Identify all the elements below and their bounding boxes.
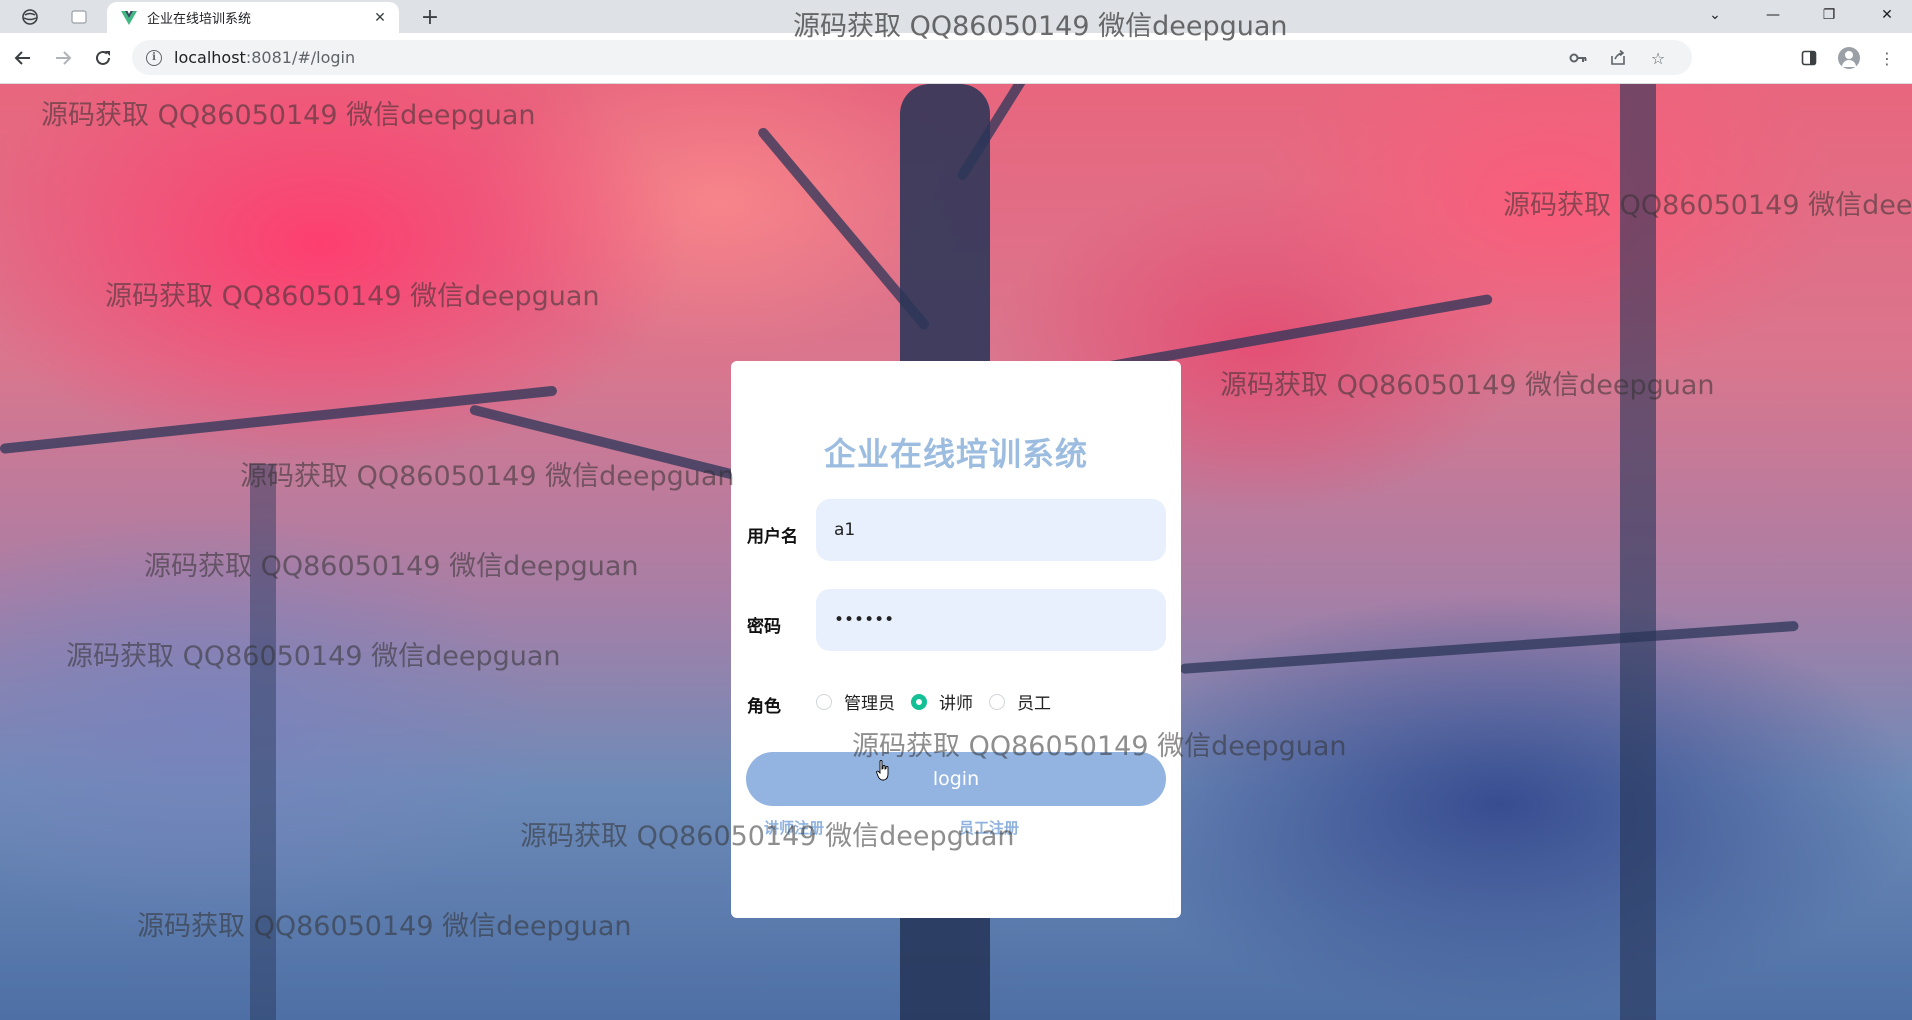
radio-admin[interactable] [816, 693, 832, 710]
reload-icon[interactable] [89, 44, 117, 72]
tab-bar: 企业在线培训系统 ✕ + ⌄ — ❐ ✕ [0, 0, 1912, 33]
username-input[interactable] [816, 499, 1166, 561]
radio-teacher-label[interactable]: 讲师 [939, 689, 973, 714]
new-tab-icon[interactable]: + [416, 4, 444, 30]
login-title: 企业在线培训系统 [823, 435, 1088, 473]
password-input[interactable] [816, 589, 1166, 651]
tab-list-chevron-icon[interactable]: ⌄ [1692, 0, 1738, 30]
radio-admin-label[interactable]: 管理员 [844, 689, 895, 714]
login-page-background: 企业在线培训系统 用户名 密码 角色 管理员 讲师 员工 login 讲师注册 … [0, 84, 1912, 1020]
restore-icon[interactable]: ❐ [1806, 0, 1852, 30]
hand-cursor-icon [876, 760, 889, 781]
share-icon[interactable] [1606, 46, 1630, 70]
tab-close-icon[interactable]: ✕ [369, 7, 391, 29]
toolbar: i localhost:8081/#/login ☆ ⋮ [0, 33, 1912, 84]
active-tab[interactable]: 企业在线培训系统 ✕ [107, 2, 399, 33]
site-info-icon[interactable]: i [146, 49, 162, 66]
register-employee-link[interactable]: 员工注册 [959, 817, 1019, 838]
vue-logo-icon [121, 10, 137, 25]
close-window-icon[interactable]: ✕ [1864, 0, 1910, 30]
tab-group-icon[interactable] [66, 5, 92, 29]
username-label: 用户名 [747, 527, 798, 547]
minimize-icon[interactable]: — [1750, 0, 1796, 30]
key-icon[interactable] [1566, 46, 1590, 70]
tree-trunk [1620, 84, 1656, 1020]
tab-title: 企业在线培训系统 [147, 12, 252, 27]
url-host: localhost [174, 48, 246, 67]
url-path: :8081/#/login [245, 48, 356, 67]
tree-branch [1179, 620, 1799, 674]
browser-window: 企业在线培训系统 ✕ + ⌄ — ❐ ✕ i localhost:8081/#/… [0, 0, 1912, 1020]
register-teacher-link[interactable]: 讲师注册 [764, 817, 824, 838]
password-label: 密码 [747, 617, 781, 637]
tree-trunk [250, 464, 276, 1020]
radio-teacher[interactable] [911, 693, 927, 710]
radio-employee-label[interactable]: 员工 [1017, 689, 1051, 714]
bookmark-star-icon[interactable]: ☆ [1646, 46, 1670, 70]
forward-icon[interactable] [49, 44, 77, 72]
side-panel-icon[interactable] [1795, 45, 1823, 71]
login-button[interactable]: login [746, 752, 1166, 806]
login-card: 企业在线培训系统 用户名 密码 角色 管理员 讲师 员工 login 讲师注册 … [731, 361, 1181, 918]
role-label: 角色 [747, 697, 781, 717]
menu-kebab-icon[interactable]: ⋮ [1873, 45, 1901, 71]
tab-search-icon[interactable] [17, 5, 43, 29]
radio-employee[interactable] [989, 693, 1005, 710]
address-bar[interactable]: i localhost:8081/#/login ☆ [132, 40, 1692, 75]
url-text[interactable]: localhost:8081/#/login [174, 48, 355, 67]
role-radio-group: 管理员 讲师 员工 [816, 689, 1067, 714]
tree-branch [0, 385, 558, 454]
profile-avatar-icon[interactable] [1835, 45, 1863, 71]
back-icon[interactable] [9, 44, 37, 72]
